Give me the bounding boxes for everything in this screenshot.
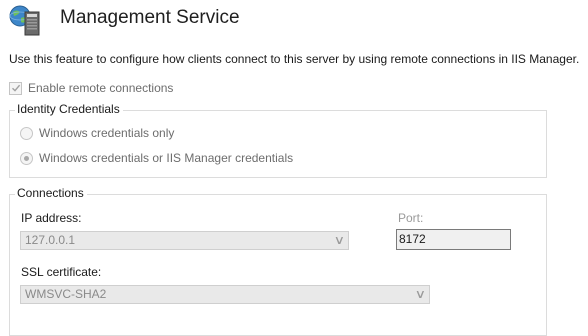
ssl-certificate-dropdown[interactable]: WMSVC-SHA2 ∨ — [20, 285, 430, 304]
chevron-down-icon[interactable]: ∨ — [415, 286, 426, 303]
radio-button[interactable] — [20, 126, 33, 140]
radio-label: Windows credentials only — [39, 126, 175, 140]
radio-windows-or-iis-credentials[interactable]: Windows credentials or IIS Manager crede… — [20, 150, 293, 166]
chevron-down-icon[interactable]: ∨ — [334, 232, 345, 249]
enable-remote-connections-label: Enable remote connections — [28, 81, 174, 95]
identity-credentials-group — [9, 110, 547, 178]
ip-address-label: IP address: — [21, 211, 82, 225]
connections-title: Connections — [15, 186, 87, 200]
checkbox-box[interactable] — [9, 81, 22, 95]
ip-address-dropdown[interactable]: 127.0.0.1 ∨ — [20, 231, 349, 250]
radio-button[interactable] — [20, 151, 33, 165]
port-label: Port: — [398, 211, 424, 225]
radio-windows-credentials-only[interactable]: Windows credentials only — [20, 125, 174, 141]
radio-label: Windows credentials or IIS Manager crede… — [39, 151, 294, 165]
feature-description: Use this feature to configure how client… — [9, 52, 580, 66]
enable-remote-connections-checkbox[interactable]: Enable remote connections — [9, 80, 173, 96]
ssl-certificate-label: SSL certificate: — [21, 265, 102, 279]
checkmark-icon — [11, 84, 20, 92]
port-input[interactable]: 8172 — [396, 229, 511, 250]
ssl-certificate-value: WMSVC-SHA2 — [25, 287, 107, 301]
page-title: Management Service — [60, 7, 240, 28]
identity-credentials-title: Identity Credentials — [15, 102, 123, 116]
ip-address-value: 127.0.0.1 — [25, 233, 76, 247]
iis-management-service-icon — [8, 3, 44, 37]
